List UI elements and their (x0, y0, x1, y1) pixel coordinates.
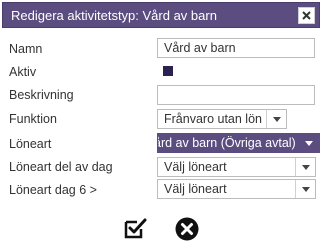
loneart-dag6-value: Välj löneart (164, 182, 227, 196)
dialog-title: Redigera aktivitetstyp: Vård av barn (11, 8, 217, 23)
close-circle-icon (175, 217, 199, 241)
dialog-titlebar[interactable]: Redigera aktivitetstyp: Vård av barn (2, 2, 320, 28)
chevron-down-icon (302, 165, 310, 170)
funktion-value: Frånvaro utan lön (164, 112, 262, 126)
close-icon (302, 11, 311, 20)
loneart-del-av-dag-select[interactable]: Välj löneart (157, 157, 316, 177)
loneart-dag6-dropdown-toggle[interactable] (295, 180, 315, 198)
beskrivning-label: Beskrivning (9, 88, 74, 102)
namn-label: Namn (9, 42, 43, 56)
close-button[interactable] (298, 7, 315, 24)
funktion-select[interactable]: Frånvaro utan lön (157, 109, 287, 129)
edit-activity-type-dialog: Redigera aktivitetstyp: Vård av barn Nam… (0, 0, 322, 250)
aktiv-label: Aktiv (9, 65, 37, 79)
loneart-del-av-dag-label: Löneart del av dag (9, 160, 113, 174)
loneart-label: Löneart (9, 137, 52, 151)
chevron-down-icon (302, 187, 310, 192)
loneart-dropdown-toggle[interactable] (299, 134, 319, 152)
funktion-label: Funktion (9, 112, 57, 126)
check-box-icon (124, 218, 147, 239)
loneart-del-av-dag-dropdown-toggle[interactable] (295, 158, 315, 176)
cancel-button[interactable] (175, 217, 199, 241)
chevron-down-icon (305, 141, 313, 146)
loneart-dag6-select[interactable]: Välj löneart (157, 179, 316, 199)
save-button[interactable] (124, 217, 148, 239)
loneart-dag6-label: Löneart dag 6 > (9, 183, 97, 197)
namn-value: Vård av barn (164, 41, 236, 55)
chevron-down-icon (273, 117, 281, 122)
loneart-del-av-dag-value: Välj löneart (164, 160, 227, 174)
aktiv-checkbox[interactable] (163, 66, 173, 76)
namn-input[interactable]: Vård av barn (157, 38, 315, 58)
loneart-select[interactable]: ård av barn (Övriga avtal) (157, 133, 320, 153)
loneart-value: ård av barn (Övriga avtal) (157, 136, 296, 150)
beskrivning-input[interactable] (157, 85, 315, 105)
funktion-dropdown-toggle[interactable] (266, 110, 286, 128)
